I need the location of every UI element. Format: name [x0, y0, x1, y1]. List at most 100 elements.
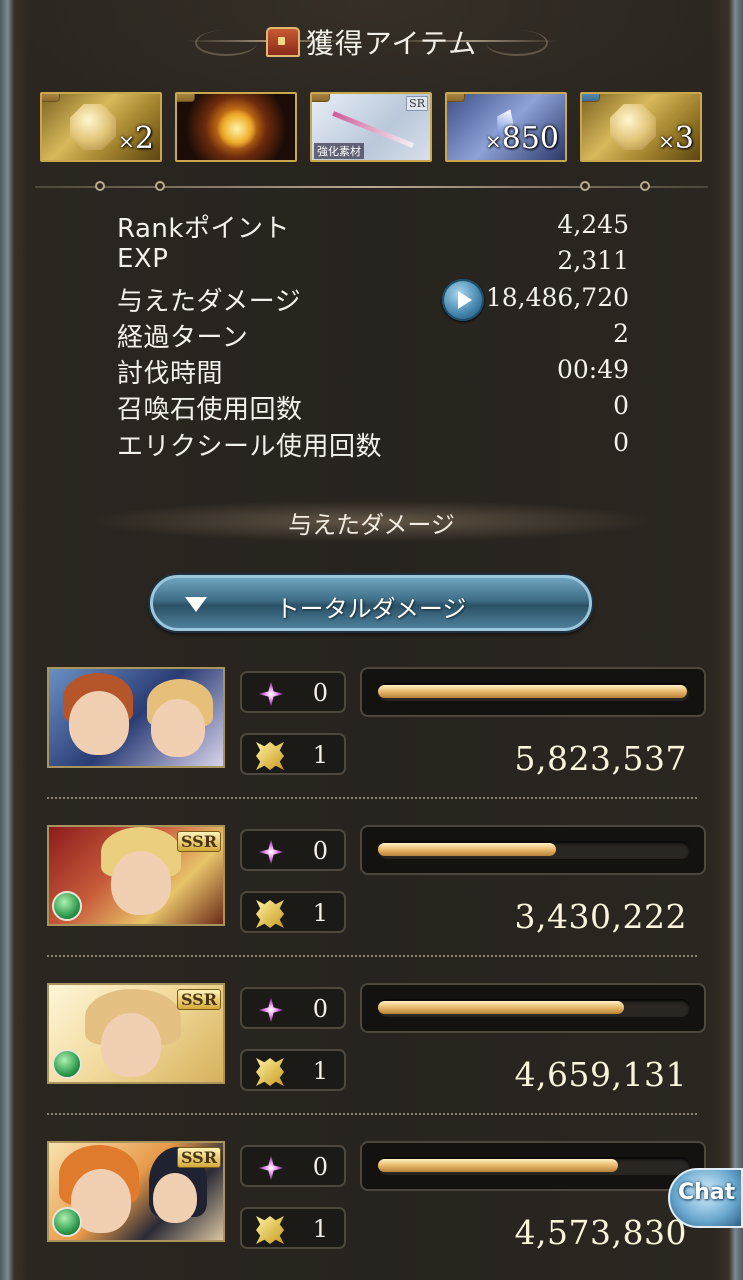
- party-member-row: 0 1 5,823,537: [47, 667, 707, 799]
- burst-counter: 1: [240, 733, 346, 775]
- ssr-badge: SSR: [176, 831, 221, 852]
- character-portrait[interactable]: SSR: [47, 825, 225, 926]
- item-quantity-value: 3: [674, 121, 694, 156]
- stat-row-turns: 経過ターン 2: [117, 317, 629, 353]
- orb-icon: [217, 109, 257, 149]
- damage-value: 5,823,537: [514, 739, 687, 778]
- party-member-row: SSR 0 1 4,659,131: [47, 983, 707, 1115]
- page-title-text: 獲得アイテム: [305, 27, 478, 60]
- damage-bar-frame: [360, 1141, 706, 1191]
- character-portrait[interactable]: SSR: [47, 1141, 225, 1242]
- chest-badge-icon: [447, 94, 465, 102]
- stat-value: 2: [613, 318, 629, 348]
- obtained-items: ×2 SR 強化素材 ×850 ×3: [40, 92, 704, 164]
- ssr-badge: SSR: [176, 1147, 221, 1168]
- section-title: 与えたダメージ: [288, 511, 455, 539]
- enhancement-sword-item[interactable]: SR 強化素材: [310, 92, 432, 162]
- divider-ornament: [155, 181, 165, 191]
- item-quantity-value: 850: [501, 121, 559, 156]
- play-icon[interactable]: [442, 278, 484, 321]
- wind-element-icon: [52, 1049, 82, 1079]
- party-member-row: SSR 0 1 3,430,222: [47, 825, 707, 957]
- crystal-item[interactable]: ×850: [445, 92, 567, 162]
- ougi-counter: 0: [240, 1145, 346, 1187]
- ornamental-divider: [35, 181, 708, 191]
- damage-bar-track: [378, 841, 690, 859]
- gold-crystal-item[interactable]: ×3: [580, 92, 702, 162]
- damage-bar-fill: [378, 685, 687, 698]
- chest-badge-icon: [177, 94, 195, 102]
- chat-button[interactable]: Chat: [668, 1168, 743, 1228]
- ssr-badge: SSR: [176, 989, 221, 1010]
- burst-count: 1: [312, 899, 328, 927]
- stat-value: 0: [613, 391, 629, 421]
- divider-ornament: [640, 181, 650, 191]
- stat-label: 経過ターン: [117, 322, 249, 353]
- stat-row-summon-uses: 召喚石使用回数 0: [117, 389, 629, 425]
- item-quantity: ×850: [484, 121, 559, 156]
- wind-element-icon: [52, 891, 82, 921]
- stat-label: Rankポイント: [117, 214, 290, 244]
- chest-badge-icon: [42, 94, 60, 102]
- stat-row-rank-points: Rankポイント 4,245: [117, 208, 629, 244]
- damage-bar-track: [378, 683, 690, 701]
- damage-bar-frame: [360, 983, 706, 1033]
- damage-value: 4,659,131: [514, 1055, 687, 1094]
- damage-type-dropdown[interactable]: トータルダメージ: [150, 575, 592, 631]
- dropdown-label: トータルダメージ: [275, 595, 467, 623]
- ougi-count: 0: [312, 995, 328, 1023]
- chest-badge-icon: [582, 94, 600, 102]
- stat-row-elixir-uses: エリクシール使用回数 0: [117, 426, 629, 462]
- stat-label: 討伐時間: [117, 359, 224, 390]
- results-header: 獲得アイテム: [0, 10, 743, 70]
- ougi-star-icon: [258, 839, 284, 865]
- page-title: 獲得アイテム: [0, 22, 743, 62]
- stat-row-damage: 与えたダメージ 18,486,720: [117, 278, 629, 321]
- burst-icon: [256, 900, 284, 928]
- damage-bar-track: [378, 1157, 690, 1175]
- stat-label: エリクシール使用回数: [117, 431, 383, 462]
- character-face: [111, 851, 171, 915]
- gold-gem-icon: [70, 104, 116, 150]
- damage-bar-fill: [378, 843, 556, 856]
- row-divider: [47, 955, 697, 957]
- character-face: [151, 699, 205, 757]
- gold-crystal-item[interactable]: ×2: [40, 92, 162, 162]
- burst-icon: [256, 1058, 284, 1086]
- ougi-counter: 0: [240, 829, 346, 871]
- treasure-chest-icon: [265, 27, 300, 57]
- ougi-count: 0: [312, 837, 328, 865]
- stat-value: 4,245: [557, 210, 629, 239]
- character-face: [69, 691, 129, 755]
- character-face: [153, 1173, 197, 1223]
- fire-orb-item[interactable]: [175, 92, 297, 162]
- gold-gem-icon: [610, 104, 656, 150]
- chat-button-label: Chat: [678, 1180, 736, 1205]
- burst-icon: [256, 742, 284, 770]
- battle-stats: Rankポイント 4,245 EXP 2,311 与えたダメージ 18,486,…: [117, 208, 629, 462]
- stat-label: 与えたダメージ: [117, 286, 302, 317]
- stat-label: 召喚石使用回数: [117, 395, 303, 426]
- divider-ornament: [95, 181, 105, 191]
- stat-row-exp: EXP 2,311: [117, 244, 629, 280]
- stat-value: 18,486,720: [485, 282, 629, 312]
- damage-value: 4,573,830: [514, 1213, 687, 1252]
- damage-bar-fill: [378, 1159, 619, 1172]
- burst-counter: 1: [240, 1049, 346, 1091]
- material-tag: 強化素材: [314, 143, 364, 159]
- character-face: [101, 1013, 161, 1077]
- item-quantity-value: 2: [134, 121, 154, 156]
- stat-value: 0: [613, 427, 629, 457]
- item-quantity: ×2: [118, 121, 154, 156]
- burst-counter: 1: [240, 1207, 346, 1249]
- row-divider: [47, 1113, 697, 1115]
- damage-bar-frame: [360, 825, 706, 875]
- character-portrait[interactable]: [47, 667, 225, 768]
- stat-value: 00:49: [556, 355, 629, 385]
- burst-counter: 1: [240, 891, 346, 933]
- ougi-star-icon: [258, 997, 284, 1023]
- burst-count: 1: [312, 741, 328, 769]
- party-member-row: SSR 0 1 4,573,830: [47, 1141, 707, 1271]
- character-portrait[interactable]: SSR: [47, 983, 225, 1084]
- ougi-star-icon: [258, 681, 284, 707]
